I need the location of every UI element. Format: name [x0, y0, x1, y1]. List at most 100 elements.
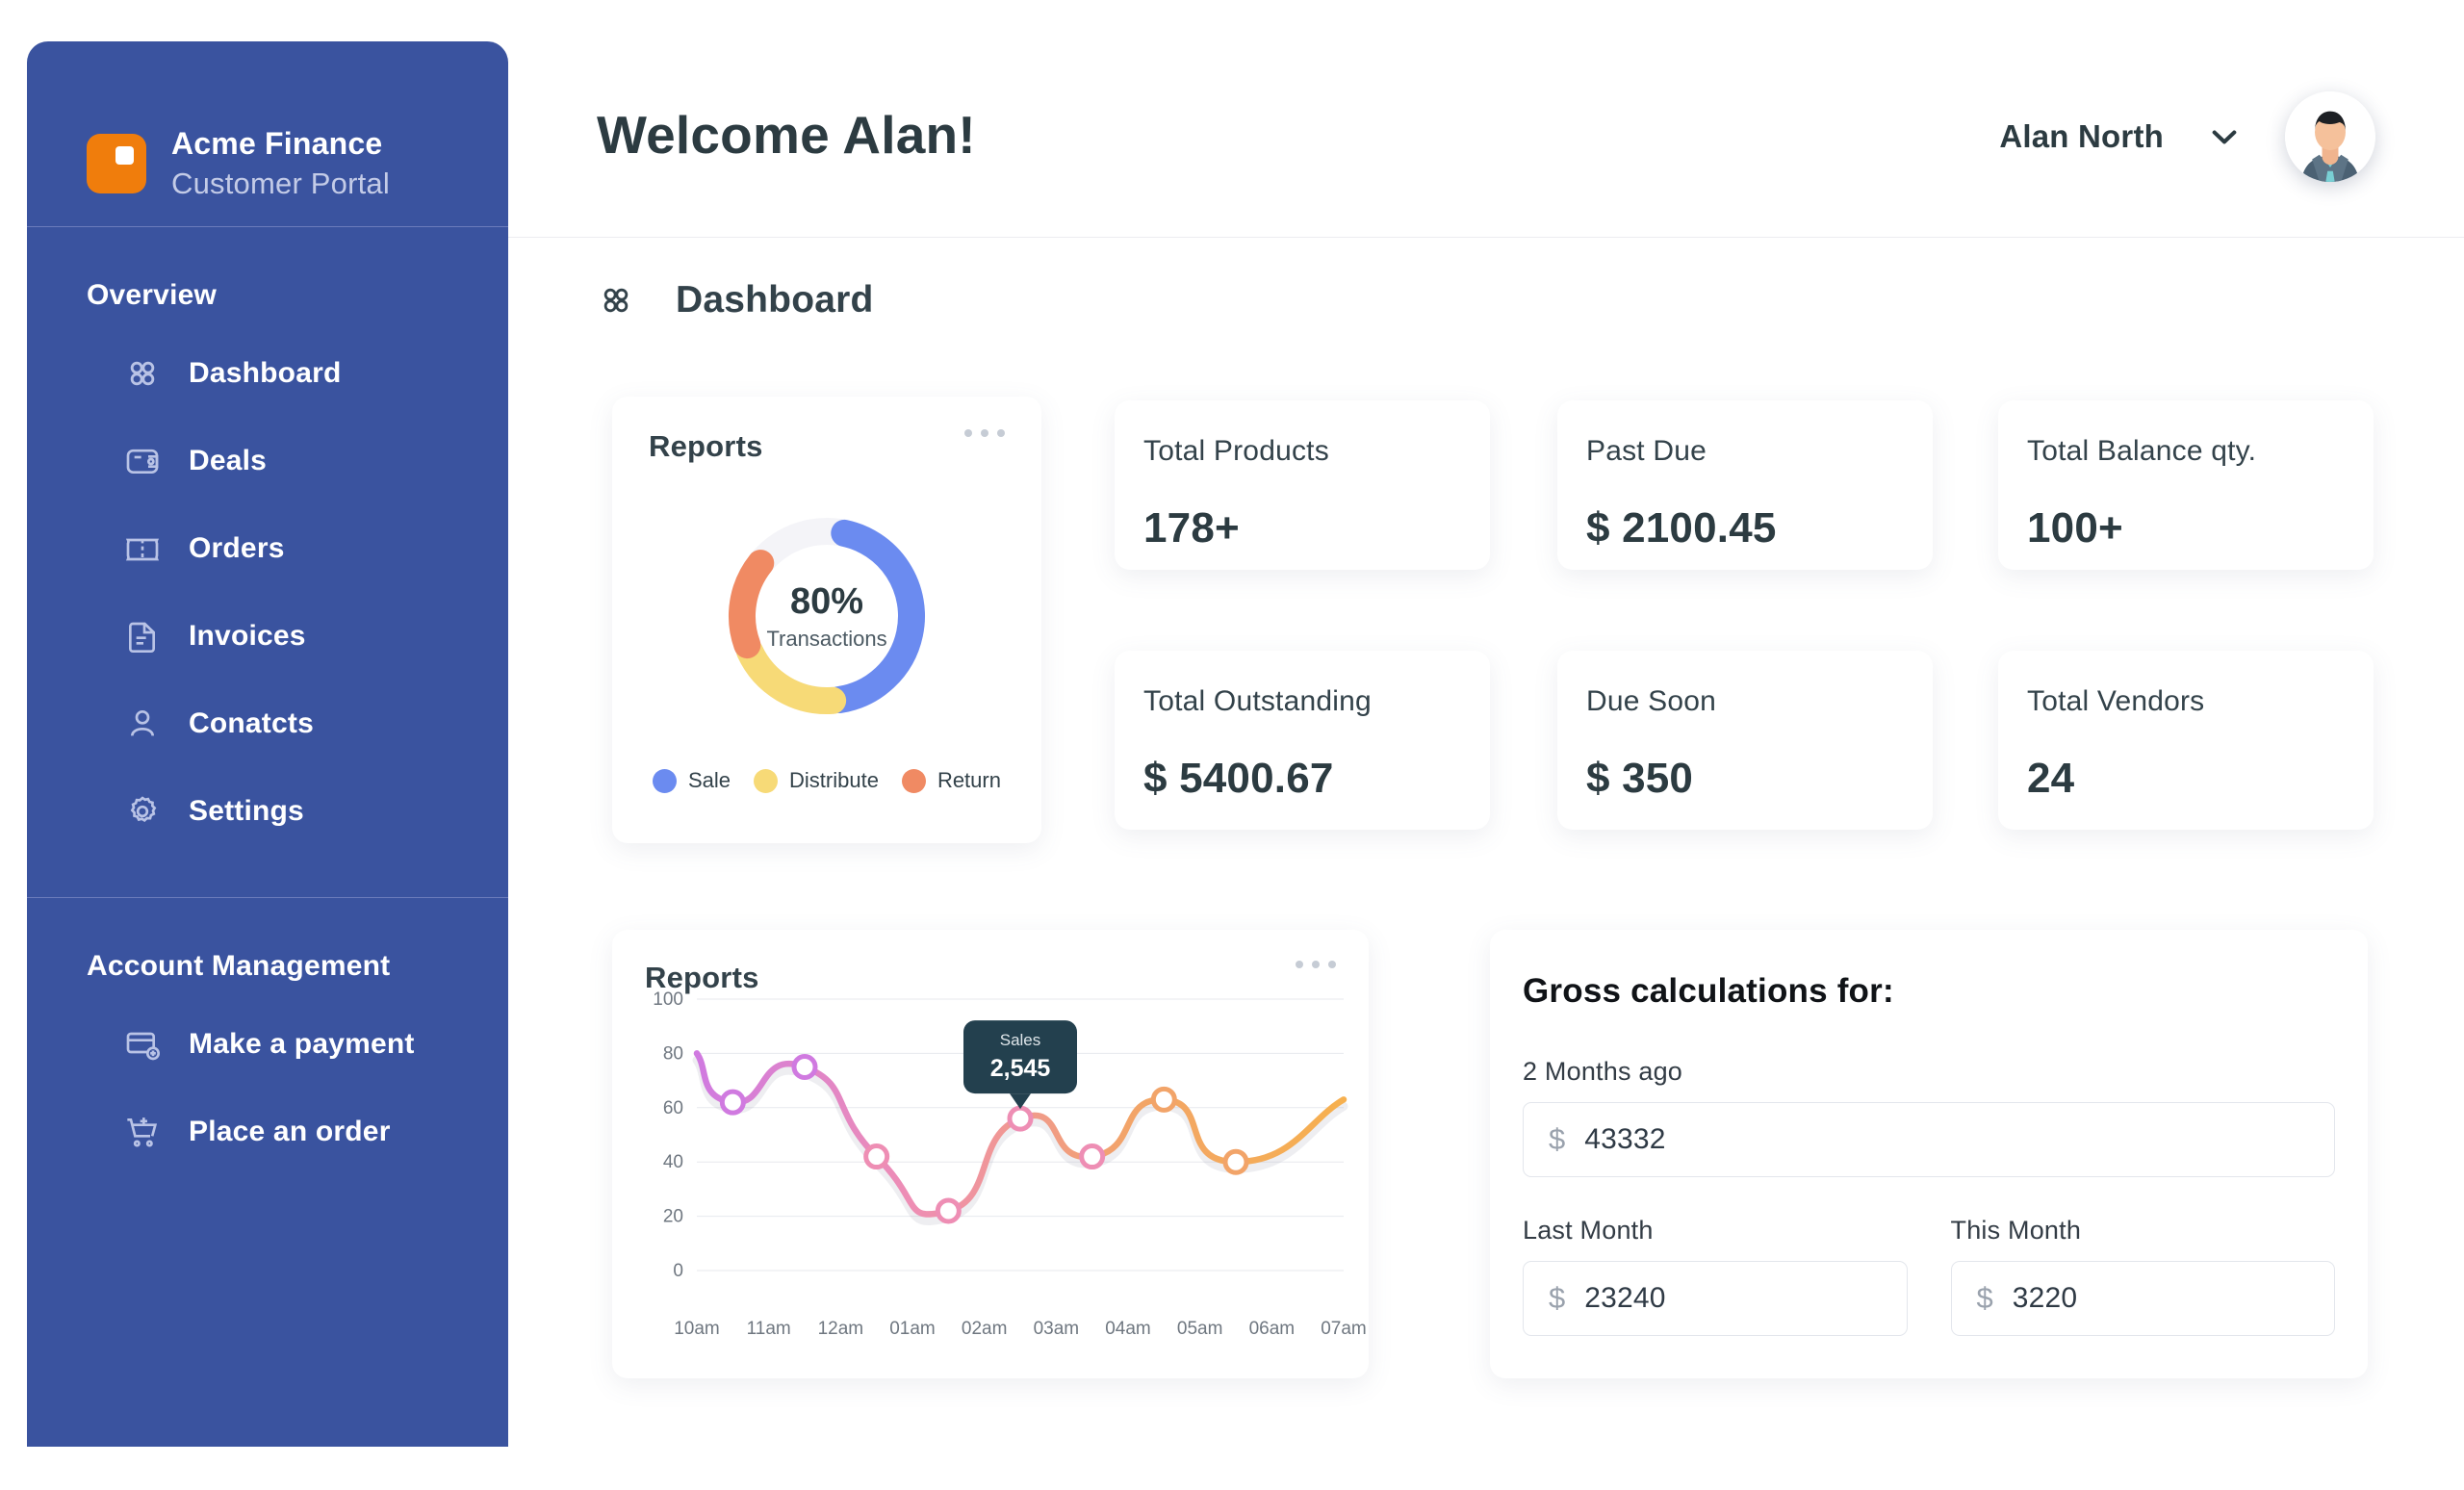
document-icon [123, 617, 162, 655]
stat-label: Past Due [1586, 435, 1707, 467]
field-value: 23240 [1584, 1282, 1666, 1314]
avatar[interactable] [2285, 91, 2375, 182]
sidebar-item-invoices[interactable]: Invoices [27, 592, 508, 680]
user-icon [123, 705, 162, 743]
stat-card-due-soon: Due Soon $ 350 [1557, 651, 1933, 830]
y-axis-tick: 60 [663, 1098, 683, 1118]
data-point[interactable] [791, 1054, 818, 1080]
sidebar-item-orders[interactable]: Orders [27, 504, 508, 592]
x-axis-tick: 01am [889, 1319, 936, 1339]
sidebar-item-contacts[interactable]: Conatcts [27, 680, 508, 767]
card-plus-icon [123, 1025, 162, 1064]
legend-item-distribute: Distribute [754, 768, 879, 793]
x-axis-tick: 02am [962, 1319, 1008, 1339]
stat-value: 100+ [2027, 504, 2123, 552]
x-axis-tick: 06am [1249, 1319, 1296, 1339]
chevron-down-icon[interactable] [2206, 118, 2243, 155]
page-title-text: Dashboard [676, 279, 874, 321]
wallet-icon [123, 442, 162, 480]
sidebar-section-overview: Overview Dashboard Deals Orders Invoices… [27, 227, 508, 855]
tooltip-value: 2,545 [990, 1055, 1051, 1082]
y-axis-tick: 100 [653, 989, 683, 1010]
brand-name: Acme Finance [171, 126, 383, 162]
stat-label: Total Outstanding [1143, 685, 1372, 717]
field-group-last-month: Last Month $ 23240 [1523, 1216, 1908, 1336]
legend-swatch [653, 768, 677, 793]
stat-label: Total Balance qty. [2027, 435, 2257, 467]
donut-center-label: 80% Transactions [711, 501, 942, 732]
sidebar-item-label: Orders [189, 531, 285, 564]
data-point[interactable] [1222, 1148, 1249, 1175]
field-label: 2 Months ago [1523, 1057, 1683, 1086]
data-point[interactable] [1150, 1086, 1177, 1113]
field-group-2-months-ago: 2 Months ago $ 43332 [1523, 1057, 2335, 1177]
field-value: 43332 [1584, 1123, 1666, 1155]
legend-swatch [901, 768, 926, 793]
donut-percent: 80% [789, 580, 864, 622]
data-point[interactable] [719, 1089, 746, 1116]
sidebar-item-settings[interactable]: Settings [27, 767, 508, 855]
amount-input-2-months-ago[interactable]: $ 43332 [1523, 1102, 2335, 1177]
y-axis-tick: 20 [663, 1207, 683, 1227]
x-axis-tick: 12am [818, 1319, 864, 1339]
data-point[interactable] [1079, 1143, 1106, 1170]
brand[interactable]: Acme Finance Customer Portal [27, 41, 508, 226]
sidebar-item-place-an-order[interactable]: Place an order [27, 1088, 508, 1175]
field-group-this-month: This Month $ 3220 [1950, 1216, 2335, 1336]
data-point[interactable] [935, 1197, 962, 1224]
sidebar-heading-overview: Overview [87, 279, 218, 311]
sidebar-item-deals[interactable]: Deals [27, 417, 508, 504]
page-title: Dashboard [597, 279, 874, 321]
legend-item-return: Return [901, 768, 1001, 793]
more-horizontal-icon[interactable] [1296, 961, 1336, 968]
line-chart: 0 20 40 60 80 100 10am 11am 12am 01am 02am 03am 04am… [653, 989, 1367, 1339]
currency-symbol: $ [1976, 1281, 1993, 1315]
legend-label: Distribute [789, 768, 879, 792]
stat-label: Total Vendors [2027, 685, 2205, 717]
donut-caption: Transactions [766, 626, 887, 651]
sidebar-section-account-management: Account Management Make a payment Place … [27, 898, 508, 1175]
x-axis-tick: 05am [1177, 1319, 1223, 1339]
sidebar-item-label: Deals [189, 444, 268, 476]
user-menu[interactable]: Alan North [1999, 91, 2375, 182]
legend-swatch [754, 768, 779, 793]
data-point[interactable] [1007, 1105, 1034, 1132]
sidebar-item-label: Dashboard [189, 356, 342, 389]
donut-chart: 80% Transactions [711, 501, 942, 732]
amount-input-this-month[interactable]: $ 3220 [1950, 1261, 2335, 1336]
currency-symbol: $ [1549, 1281, 1566, 1315]
field-value: 3220 [2012, 1282, 2078, 1314]
x-axis-tick: 11am [747, 1319, 791, 1339]
user-name: Alan North [1999, 118, 2164, 154]
grid-icon [597, 281, 635, 320]
tooltip-pointer [1010, 1093, 1031, 1110]
currency-symbol: $ [1549, 1122, 1566, 1156]
data-point[interactable] [863, 1143, 890, 1170]
card-title: Reports [649, 429, 763, 463]
y-axis-tick: 0 [673, 1261, 683, 1281]
x-axis-tick: 07am [1321, 1319, 1367, 1339]
stat-value: $ 350 [1586, 755, 1694, 802]
brand-logo-icon [87, 134, 146, 193]
donut-legend: Sale Distribute Return [649, 768, 1005, 793]
reports-line-card: Reports 0 20 40 60 80 100 10am 11am 12am 01am 02am… [612, 930, 1369, 1378]
gross-title: Gross calculations for: [1523, 972, 1894, 1010]
sidebar-item-dashboard[interactable]: Dashboard [27, 329, 508, 417]
stat-card-total-vendors: Total Vendors 24 [1998, 651, 2374, 830]
gross-calculations-card: Gross calculations for: 2 Months ago $ 4… [1490, 930, 2368, 1378]
gear-icon [123, 792, 162, 831]
stat-card-total-balance-qty: Total Balance qty. 100+ [1998, 400, 2374, 570]
more-horizontal-icon[interactable] [964, 429, 1005, 437]
sidebar: Acme Finance Customer Portal Overview Da… [27, 41, 508, 1447]
reports-donut-card: Reports 80% Transactions Sale Distribute… [612, 397, 1041, 843]
stat-value: 178+ [1143, 504, 1240, 552]
tooltip-label: Sales [1000, 1031, 1041, 1049]
stat-label: Due Soon [1586, 685, 1717, 717]
sidebar-item-make-a-payment[interactable]: Make a payment [27, 1000, 508, 1088]
amount-input-last-month[interactable]: $ 23240 [1523, 1261, 1908, 1336]
cart-plus-icon [123, 1113, 162, 1151]
dashboard-page: Acme Finance Customer Portal Overview Da… [0, 0, 2464, 1490]
sidebar-heading-account-management: Account Management [87, 950, 391, 982]
top-bar: Welcome Alan! Alan North [508, 0, 2464, 238]
x-axis-tick: 04am [1105, 1319, 1151, 1339]
